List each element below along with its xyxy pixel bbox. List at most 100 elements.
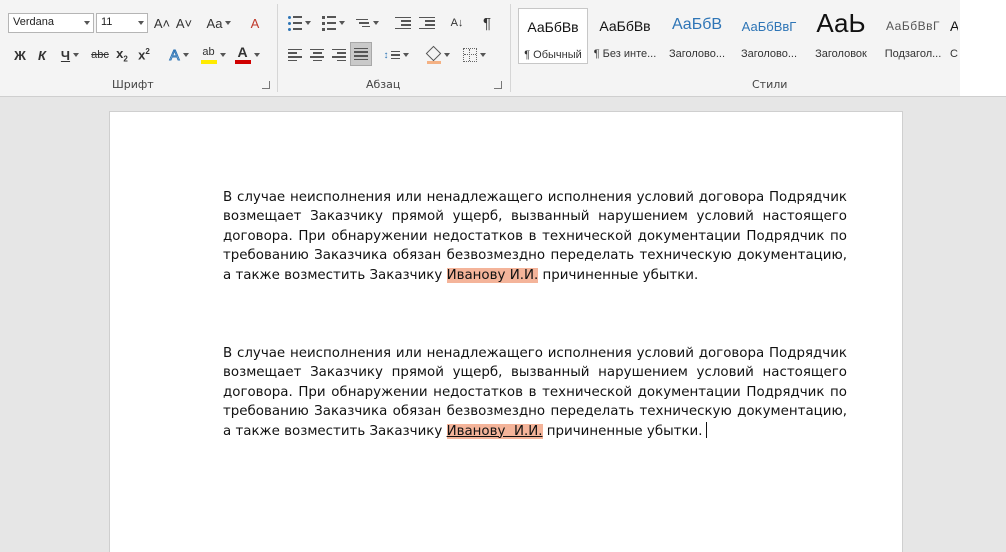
- font-family-select[interactable]: Verdana: [8, 13, 94, 33]
- borders-icon: [462, 48, 477, 62]
- strikethrough-icon: abc: [91, 49, 109, 61]
- style-more[interactable]: A C: [950, 8, 958, 64]
- chevron-down-icon: [402, 53, 409, 57]
- clear-formatting-button[interactable]: A: [244, 12, 266, 34]
- align-center-button[interactable]: [306, 44, 328, 66]
- paragraph-tail: причиненные убытки.: [538, 267, 699, 283]
- paragraph-group: A↓ ¶ ↕ Абзац: [278, 0, 508, 96]
- style-name: Заголово...: [668, 48, 726, 60]
- shading-button[interactable]: [422, 44, 454, 66]
- font-color-icon: A: [234, 44, 251, 64]
- style-sample: A: [950, 18, 958, 34]
- chevron-down-icon: [219, 53, 226, 57]
- chevron-down-icon: [225, 21, 232, 25]
- font-group: Verdana 11 A˄ A˅ Aa A Ж К Ч abc x2 x2 A …: [0, 0, 276, 96]
- italic-button[interactable]: К: [32, 44, 52, 66]
- line-spacing-button[interactable]: ↕: [380, 44, 412, 66]
- text-cursor: [705, 421, 707, 438]
- bullets-icon: [287, 15, 302, 31]
- style-no-spacing[interactable]: АаБбВв ¶ Без инте...: [590, 8, 660, 64]
- sort-icon: A↓: [450, 17, 464, 29]
- line-spacing-icon: ↕: [384, 50, 400, 61]
- paragraph-2[interactable]: В случае неисполнения или ненадлежащего …: [223, 344, 847, 441]
- chevron-down-icon: [338, 21, 345, 25]
- style-heading-1[interactable]: АаБбВ Заголово...: [662, 8, 732, 64]
- justify-button[interactable]: [350, 42, 372, 66]
- font-family-value: Verdana: [13, 16, 54, 28]
- chevron-down-icon: [84, 21, 90, 25]
- align-right-button[interactable]: [328, 44, 350, 66]
- style-sample: АаБбВв: [599, 18, 651, 34]
- superscript-icon: x2: [138, 47, 150, 63]
- pilcrow-icon: ¶: [482, 14, 492, 32]
- style-name: Заголовок: [815, 48, 867, 60]
- style-heading-2[interactable]: АаБбВвГ Заголово...: [734, 8, 804, 64]
- bold-button[interactable]: Ж: [10, 44, 30, 66]
- style-normal[interactable]: АаБбВв ¶ Обычный: [518, 8, 588, 64]
- increase-indent-button[interactable]: [416, 12, 438, 34]
- strikethrough-button[interactable]: abc: [88, 44, 112, 66]
- superscript-button[interactable]: x2: [134, 44, 154, 66]
- borders-button[interactable]: [458, 44, 490, 66]
- chevron-down-icon: [304, 21, 311, 25]
- highlighter-glyph: ab: [202, 45, 215, 58]
- font-size-value: 11: [101, 16, 113, 28]
- group-divider: [510, 4, 511, 92]
- chevron-down-icon: [182, 53, 189, 57]
- grow-font-button[interactable]: A˄: [152, 12, 172, 34]
- highlighted-name: Иванову И.И.: [446, 267, 539, 283]
- bold-icon: Ж: [14, 47, 26, 63]
- font-size-select[interactable]: 11: [96, 13, 148, 33]
- bullets-button[interactable]: [284, 12, 314, 34]
- text-effects-button[interactable]: A: [164, 44, 194, 66]
- multilevel-list-button[interactable]: [352, 12, 382, 34]
- chevron-down-icon: [479, 53, 486, 57]
- highlight-color-bar: [200, 59, 217, 64]
- font-color-bar: [234, 60, 251, 64]
- subscript-button[interactable]: x2: [112, 44, 132, 66]
- paragraph-dialog-launcher-icon[interactable]: [494, 81, 502, 89]
- style-title[interactable]: АаЬ Заголовок: [806, 8, 876, 64]
- style-name: ¶ Без инте...: [593, 48, 657, 60]
- font-color-glyph: A: [237, 44, 248, 60]
- style-name: ¶ Обычный: [524, 49, 582, 61]
- align-left-button[interactable]: [284, 44, 306, 66]
- numbering-icon: [321, 15, 336, 31]
- increase-indent-icon: [419, 16, 435, 30]
- decrease-indent-icon: [395, 16, 411, 30]
- shrink-font-button[interactable]: A˅: [174, 12, 194, 34]
- ribbon: Verdana 11 A˄ A˅ Aa A Ж К Ч abc x2 x2 A …: [0, 0, 1006, 97]
- style-name: C: [950, 48, 958, 60]
- font-dialog-launcher-icon[interactable]: [262, 81, 270, 89]
- subscript-icon: x2: [116, 46, 128, 64]
- font-color-button[interactable]: A: [232, 44, 262, 66]
- align-center-icon: [310, 48, 324, 62]
- highlighter-icon: ab: [200, 45, 217, 64]
- decrease-indent-button[interactable]: [392, 12, 414, 34]
- chevron-down-icon: [73, 53, 80, 57]
- align-left-icon: [288, 48, 302, 62]
- font-group-label: Шрифт: [112, 78, 154, 91]
- grow-font-icon: A˄: [153, 15, 171, 31]
- sort-button[interactable]: A↓: [446, 12, 468, 34]
- shrink-font-icon: A˅: [175, 15, 193, 31]
- change-case-button[interactable]: Aa: [202, 12, 236, 34]
- multilevel-list-icon: [355, 18, 370, 28]
- style-subtitle[interactable]: АаБбВвГ Подзагол...: [878, 8, 948, 64]
- style-name: Заголово...: [740, 48, 798, 60]
- paragraph-1[interactable]: В случае неисполнения или ненадлежащего …: [223, 188, 847, 285]
- paragraph-group-label: Абзац: [366, 78, 401, 91]
- show-formatting-button[interactable]: ¶: [476, 12, 498, 34]
- document-page[interactable]: В случае неисполнения или ненадлежащего …: [110, 112, 902, 552]
- style-sample: АаБбВв: [527, 19, 579, 35]
- highlight-button[interactable]: ab: [198, 44, 228, 66]
- change-case-label: Aa: [206, 15, 223, 31]
- underline-button[interactable]: Ч: [54, 44, 86, 66]
- justify-icon: [354, 47, 368, 61]
- numbering-button[interactable]: [318, 12, 348, 34]
- paragraph-tail: причиненные убытки.: [542, 423, 703, 439]
- styles-group-label: Стили: [752, 78, 788, 91]
- chevron-down-icon: [372, 21, 379, 25]
- chevron-down-icon: [138, 21, 144, 25]
- style-sample: АаЬ: [816, 8, 866, 38]
